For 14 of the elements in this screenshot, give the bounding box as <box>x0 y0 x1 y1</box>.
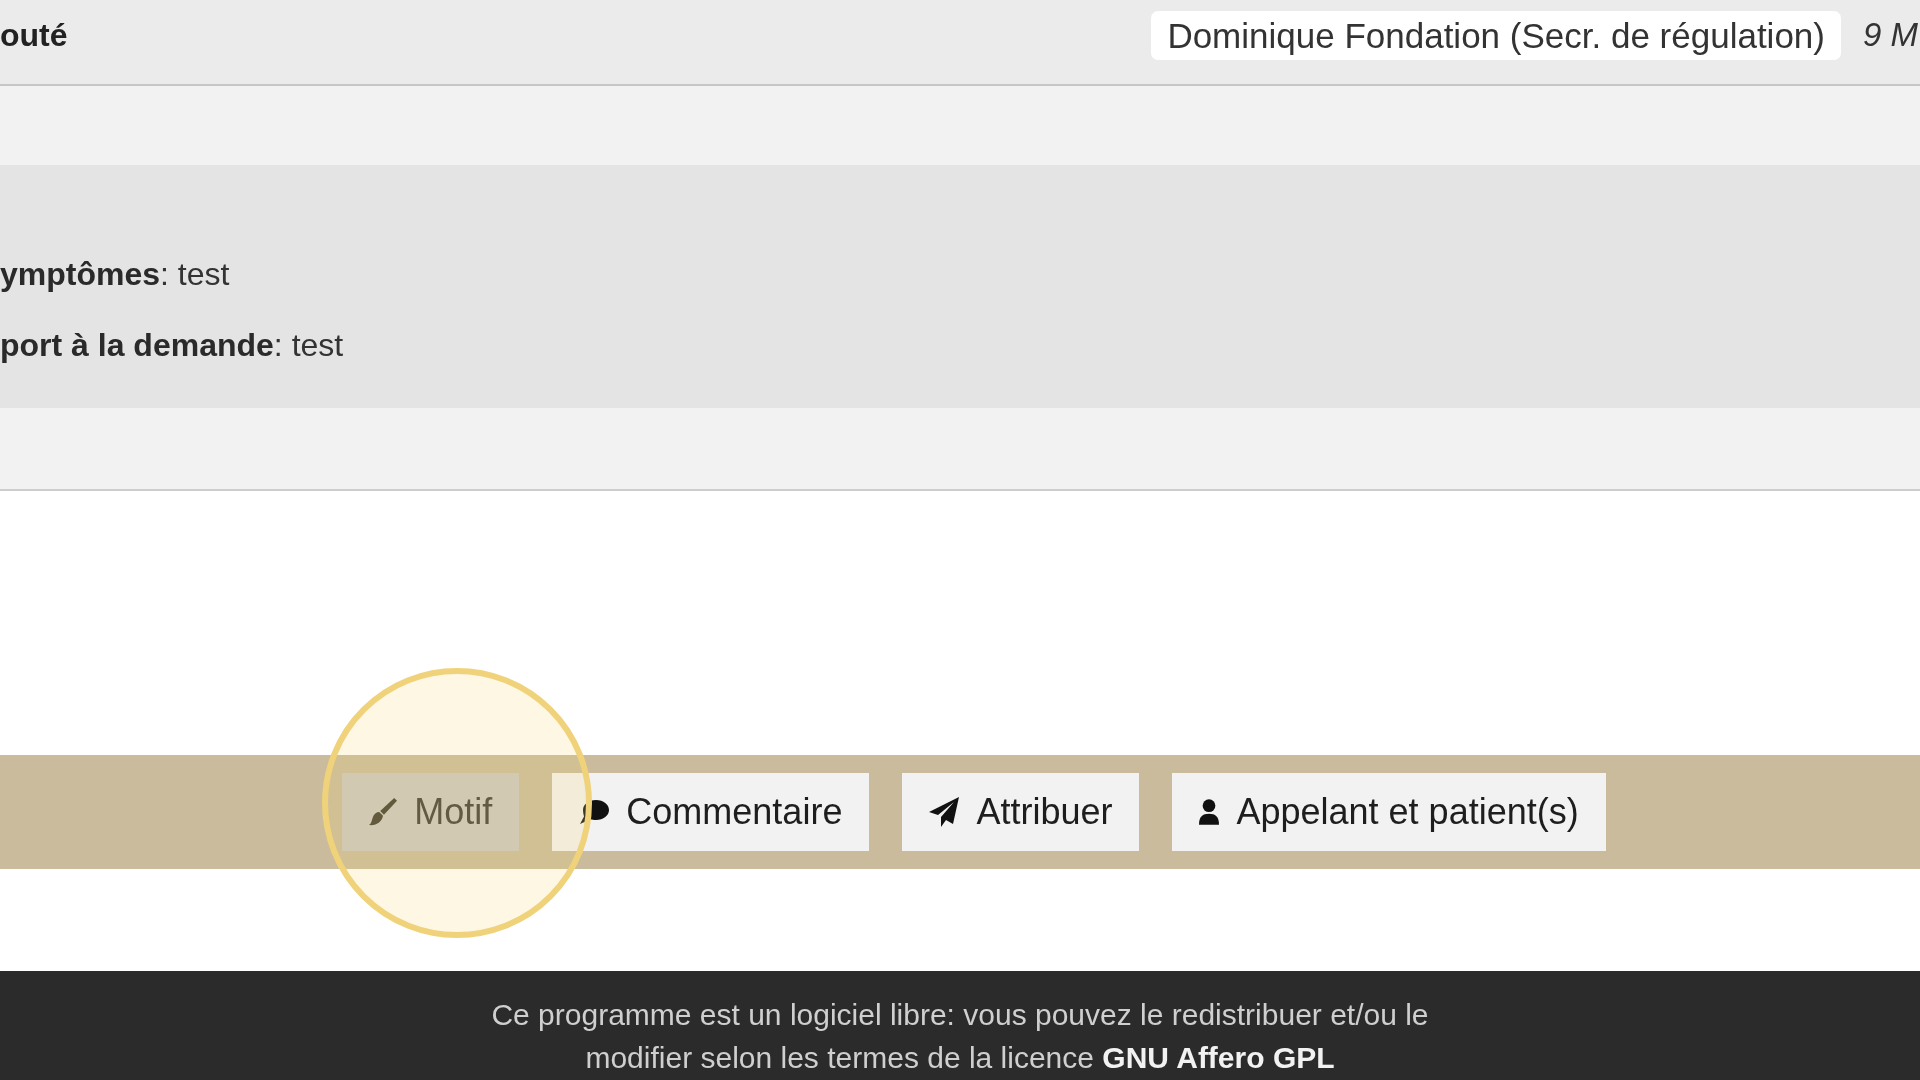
license-link[interactable]: GNU Affero GPL <box>1102 1041 1335 1074</box>
action-button[interactable]: Appelant et patient(s) <box>1172 773 1606 851</box>
action-button[interactable]: Commentaire <box>552 773 870 851</box>
paper-plane-icon <box>929 797 960 827</box>
detail-line: port à la demande: test <box>0 326 344 365</box>
date-text: 9 M <box>1863 15 1918 55</box>
license-notice: Ce programme est un logiciel libre: vous pouvez le redistribuer et/ou le modifier selon les termes de la licence GNU Affero GPL <box>490 997 1430 1076</box>
paintbrush-icon <box>369 798 398 826</box>
user-name-chip: Dominique Fondation (Secr. de régulation) <box>1151 10 1841 60</box>
page-title: outé <box>0 16 68 55</box>
speech-bubble-icon <box>579 800 610 824</box>
detail-line: ymptômes: test <box>0 255 230 294</box>
person-icon <box>1199 799 1220 825</box>
action-button[interactable]: Attribuer <box>902 773 1140 851</box>
